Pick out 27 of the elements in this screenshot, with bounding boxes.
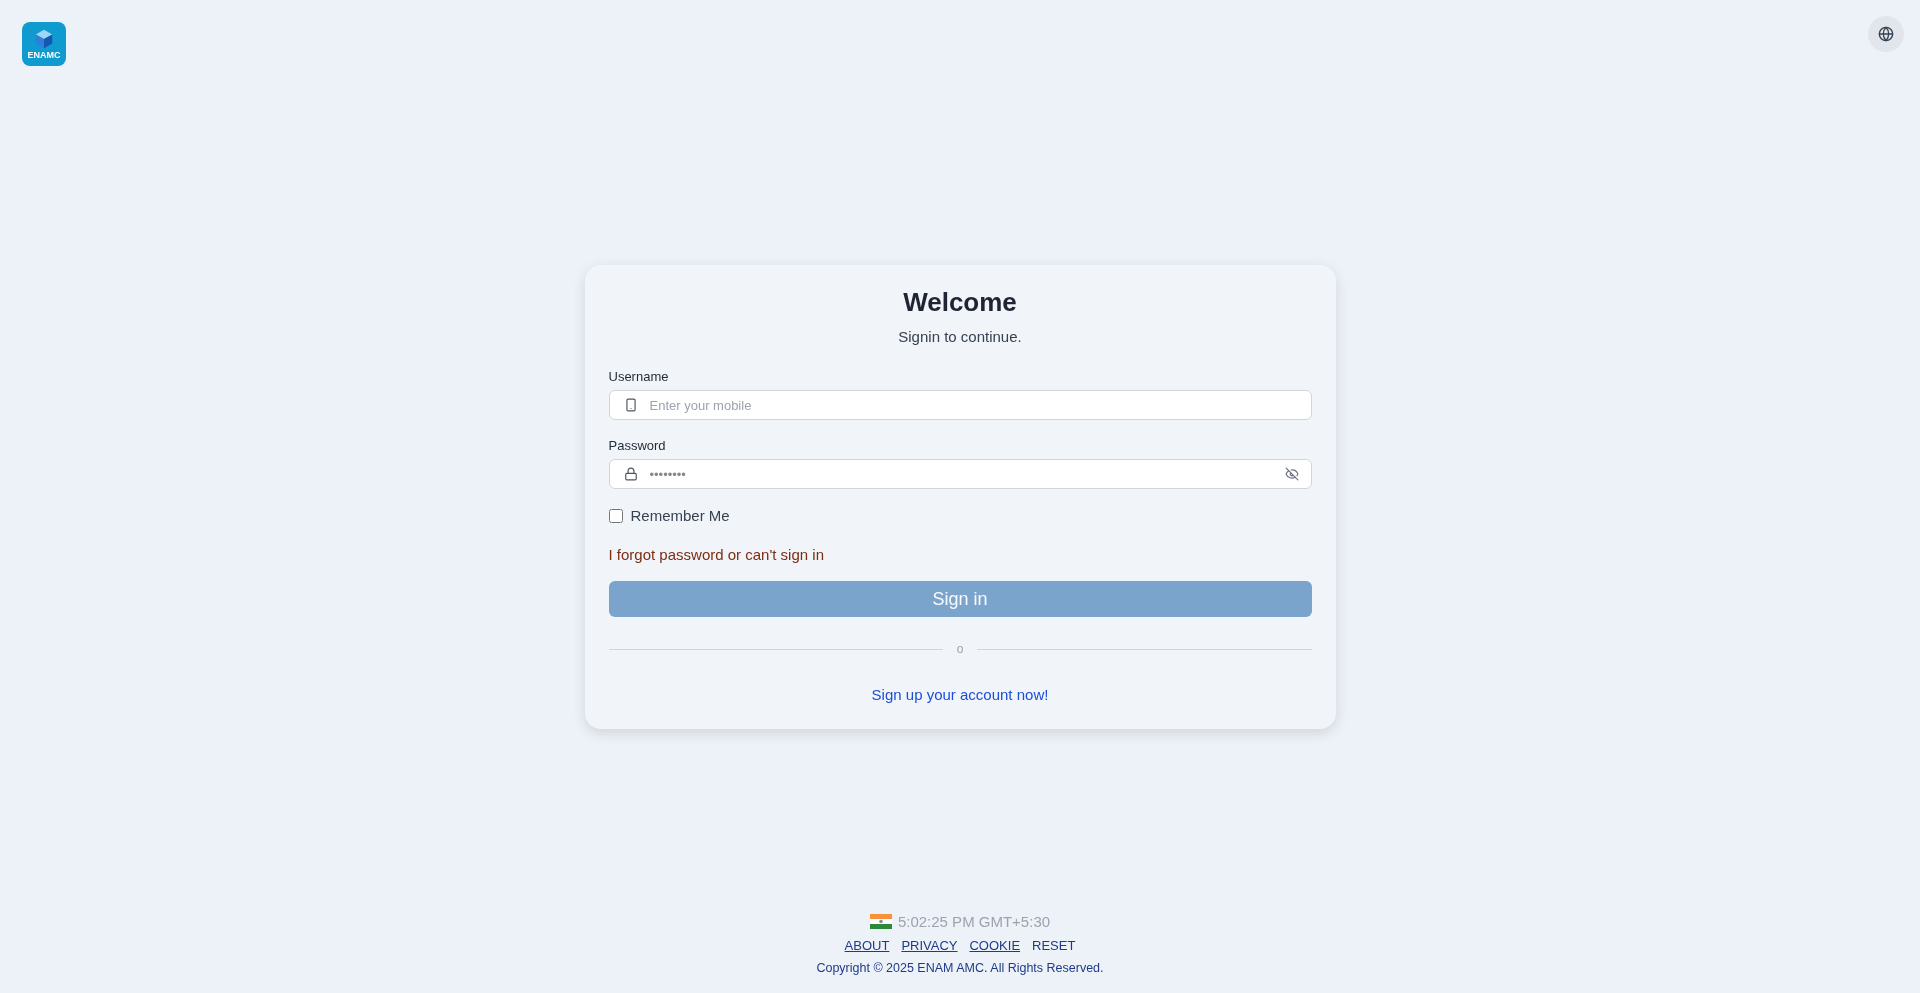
- lock-icon: [623, 467, 638, 481]
- remember-label: Remember Me: [630, 507, 730, 524]
- field-label: Username: [608, 369, 670, 384]
- forgot-password-link[interactable]: I forgot password or can't sign in: [608, 546, 824, 563]
- footer-link[interactable]: ABOUT: [844, 938, 890, 953]
- divider-text: o: [956, 642, 964, 656]
- password-field[interactable]: ••••••••: [608, 459, 1312, 489]
- welcome-title: Welcome: [903, 287, 1017, 318]
- password-input[interactable]: ••••••••: [647, 465, 1275, 483]
- logo-text: ENAMC: [27, 51, 61, 60]
- subtitle: Signin to continue.: [898, 328, 1022, 345]
- username-input[interactable]: Enter your mobile: [647, 396, 1299, 414]
- username-field[interactable]: Enter your mobile: [608, 390, 1312, 420]
- hide-password-icon[interactable]: [1284, 467, 1299, 481]
- footer-link[interactable]: PRIVACY: [901, 938, 958, 953]
- field-label: Password: [608, 438, 667, 453]
- phone-icon: [623, 398, 638, 412]
- flag-icon: [869, 914, 892, 929]
- current-time: 5:02:25 PM GMT+5:30: [897, 913, 1051, 930]
- globe-icon: [1878, 26, 1894, 42]
- footer-link[interactable]: RESET: [1032, 938, 1076, 953]
- copyright-text: Copyright © 2025 ENAM AMC. All Rights Reserved.: [816, 961, 1104, 975]
- sign-up-link[interactable]: Sign up your account now!: [871, 686, 1049, 703]
- remember-checkbox[interactable]: [608, 508, 623, 523]
- footer-link[interactable]: COOKIE: [969, 938, 1021, 953]
- language-button[interactable]: [1868, 16, 1904, 52]
- cube-icon: [33, 28, 55, 50]
